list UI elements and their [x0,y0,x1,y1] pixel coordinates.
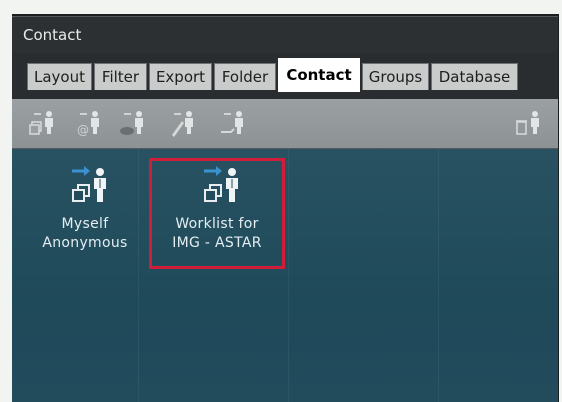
tab-groups[interactable]: Groups [362,63,429,90]
new-contact-button[interactable] [29,108,59,138]
edit-contact-button[interactable] [169,108,199,138]
email-contact-button[interactable]: @ [75,108,105,138]
contact-label: Myself Anonymous [23,215,147,253]
tab-folder[interactable]: Folder [214,63,276,90]
contact-worklist-icon [70,165,108,203]
contact-name-line: Myself [61,216,109,232]
tab-layout[interactable]: Layout [27,63,92,90]
panel-title: Contact [23,26,82,44]
tab-contact[interactable]: Contact [278,58,360,92]
contact-panel: Contact Layout Filter Export Folder Cont… [12,14,559,402]
panel-title-bar: Contact [12,16,558,54]
tab-database[interactable]: Database [431,63,518,90]
new-contact-icon [29,111,53,135]
network-contact-button[interactable] [119,108,149,138]
import-contact-icon [221,111,243,134]
contact-detail-line: Anonymous [42,235,128,251]
selection-highlight [149,158,285,269]
contact-network-icon [120,111,143,135]
contact-list-area[interactable]: Myself Anonymous Worklist for IMG - ASTA… [12,149,558,402]
delete-contact-icon [516,111,539,135]
svg-text:@: @ [77,123,89,137]
edit-contact-icon [172,111,193,137]
column-divider [438,149,439,402]
contact-item-myself[interactable]: Myself Anonymous [23,149,147,259]
column-divider [288,149,289,402]
tab-filter[interactable]: Filter [94,63,147,90]
tab-export[interactable]: Export [149,63,212,90]
contact-email-icon: @ [77,111,99,137]
delete-contact-button[interactable] [515,108,545,138]
import-contact-button[interactable] [219,108,249,138]
contact-toolbar: @ [12,99,558,149]
tab-bar: Layout Filter Export Folder Contact Grou… [12,53,558,99]
